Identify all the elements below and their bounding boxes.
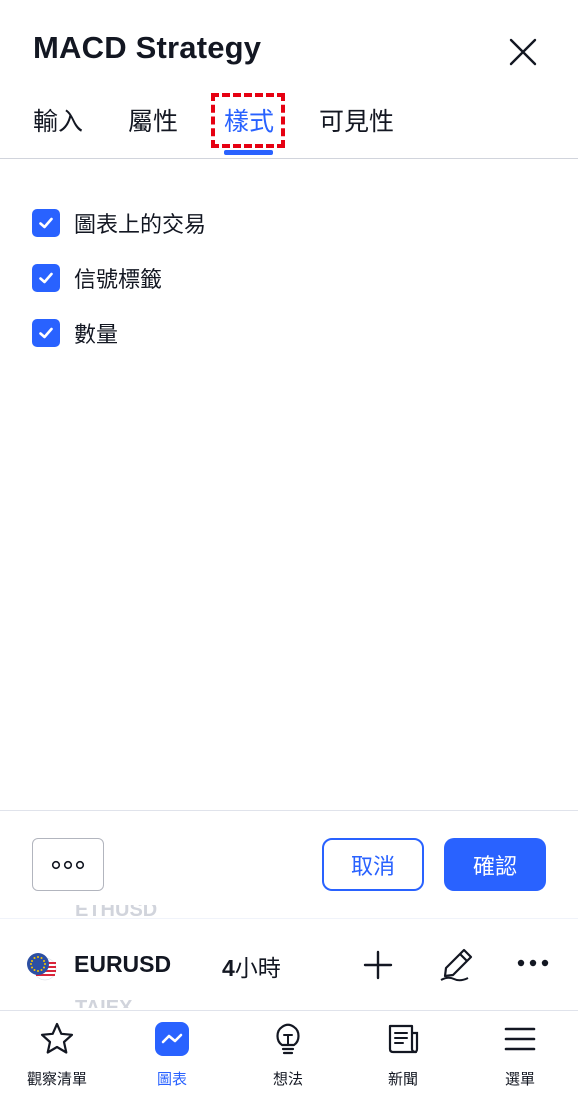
more-horizontal-icon: [51, 860, 85, 869]
confirm-button[interactable]: 確認: [444, 838, 546, 891]
tab-bar: 輸入 屬性 樣式 可見性: [0, 96, 578, 158]
eu-us-flag-icon[interactable]: [25, 951, 57, 981]
symbol-name[interactable]: EURUSD: [74, 951, 171, 978]
option-quantity[interactable]: 數量: [32, 305, 206, 360]
lightbulb-icon: [276, 1023, 300, 1055]
nav-label: 想法: [272, 1070, 303, 1088]
ghost-symbol-below: TAIEX: [75, 997, 133, 1008]
option-label: 數量: [74, 322, 119, 348]
active-tab-indicator: [224, 150, 273, 155]
style-options-list: 圖表上的交易 信號標籤 數量: [32, 195, 206, 360]
close-button[interactable]: [506, 35, 540, 69]
interval-number: 4: [222, 955, 235, 981]
checkbox-checked[interactable]: [32, 263, 60, 292]
nav-menu[interactable]: 選單: [470, 1011, 570, 1096]
nav-label: 新聞: [387, 1070, 418, 1088]
tab-inputs[interactable]: 輸入: [33, 102, 83, 138]
divider: [0, 158, 578, 159]
nav-watchlist[interactable]: 觀察清單: [7, 1011, 107, 1096]
star-icon: [40, 1022, 74, 1054]
more-icon[interactable]: [516, 957, 550, 969]
interval-selector[interactable]: 4小時: [222, 949, 281, 983]
plus-icon[interactable]: [362, 949, 394, 981]
close-icon: [509, 38, 537, 66]
menu-icon: [504, 1027, 536, 1051]
chart-icon: [155, 1022, 189, 1056]
nav-news[interactable]: 新聞: [353, 1011, 453, 1096]
nav-label: 圖表: [156, 1070, 187, 1088]
option-trades-on-chart[interactable]: 圖表上的交易: [32, 195, 206, 250]
ghost-symbol-above: ETHUSD: [75, 905, 158, 919]
interval-unit: 小時: [234, 956, 281, 982]
nav-ideas[interactable]: 想法: [238, 1011, 338, 1096]
newspaper-icon: [388, 1024, 419, 1054]
dialog-header: MACD Strategy 輸入 屬性 樣式 可見性: [0, 0, 578, 160]
more-options-button[interactable]: [32, 838, 104, 891]
nav-label: 選單: [504, 1070, 535, 1088]
nav-label: 觀察清單: [26, 1070, 87, 1088]
dialog-title: MACD Strategy: [33, 30, 262, 65]
drawing-pen-icon[interactable]: [438, 945, 476, 983]
tab-visibility[interactable]: 可見性: [319, 102, 394, 138]
checkbox-checked[interactable]: [32, 318, 60, 347]
bottom-navigation: 觀察清單 圖表 想法 新聞 選單: [0, 1010, 578, 1096]
checkbox-checked[interactable]: [32, 208, 60, 237]
checkmark-icon: [39, 272, 53, 283]
checkmark-icon: [39, 217, 53, 228]
footer-divider: [0, 810, 578, 811]
highlight-annotation-box: [211, 93, 285, 148]
tab-properties[interactable]: 屬性: [128, 102, 178, 138]
cancel-button[interactable]: 取消: [322, 838, 424, 891]
option-signal-labels[interactable]: 信號標籤: [32, 250, 206, 305]
nav-chart[interactable]: 圖表: [122, 1011, 222, 1096]
checkmark-icon: [39, 327, 53, 338]
option-label: 圖表上的交易: [74, 212, 207, 238]
option-label: 信號標籤: [74, 267, 163, 293]
